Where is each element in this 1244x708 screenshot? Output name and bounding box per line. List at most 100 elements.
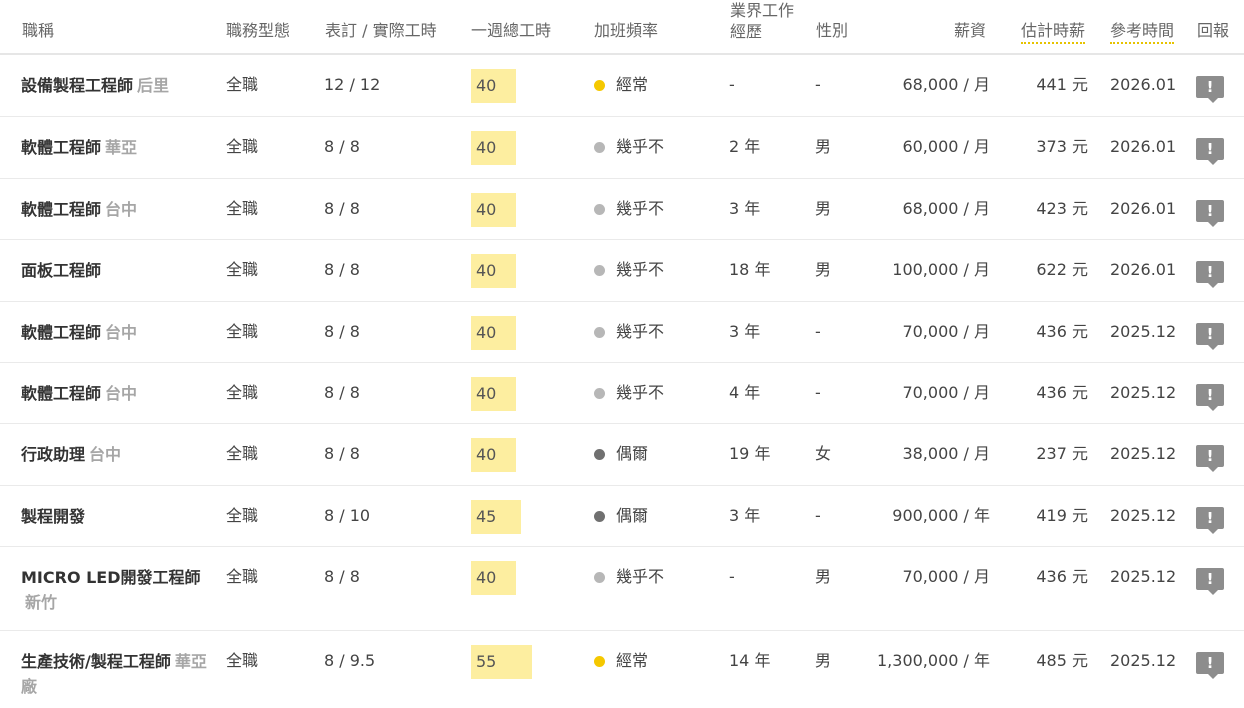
gender: 男 <box>815 137 832 156</box>
job-title[interactable]: 軟體工程師 <box>21 138 101 157</box>
reference-time: 2025.12 <box>1110 322 1177 341</box>
salary: 900,000 / 年 <box>892 506 990 525</box>
report-button[interactable]: ! <box>1196 261 1224 288</box>
header-overtime: 加班頻率 <box>594 21 659 40</box>
header-gender: 性別 <box>816 21 849 40</box>
overtime-frequency: 幾乎不 <box>616 322 665 341</box>
job-title[interactable]: 軟體工程師 <box>21 323 101 342</box>
exclamation-icon: ! <box>1206 78 1214 96</box>
hours-fix-actual: 12 / 12 <box>324 75 381 94</box>
experience: 3 年 <box>729 322 761 341</box>
header-hourly[interactable]: 估計時薪 <box>1021 21 1086 44</box>
report-button[interactable]: ! <box>1196 200 1224 227</box>
table-row: 軟體工程師 台中 全職 8 / 8 40 幾乎不 3 年 -70,000 / 月 436 元 20… <box>0 302 1244 363</box>
experience: 3 年 <box>729 506 761 525</box>
reference-time: 2025.12 <box>1110 444 1177 463</box>
report-button[interactable]: ! <box>1196 76 1224 103</box>
week-hours: 40 <box>471 438 516 472</box>
overtime-dot-icon <box>594 204 605 215</box>
overtime-dot-icon <box>594 449 605 460</box>
job-title-cell: 面板工程師 <box>21 258 211 283</box>
report-button[interactable]: ! <box>1196 445 1224 472</box>
overtime-dot-icon <box>594 388 605 399</box>
exclamation-icon: ! <box>1206 325 1214 343</box>
hourly-wage: 441 元 <box>1036 75 1088 94</box>
hours-fix-actual: 8 / 8 <box>324 383 360 402</box>
week-hours: 45 <box>471 500 521 534</box>
hours-fix-actual: 8 / 9.5 <box>324 651 376 670</box>
table-row: MICRO LED開發工程師新竹 全職 8 / 8 40 幾乎不 - 男 70,000 / 月… <box>0 547 1244 631</box>
table-header: 職稱 職務型態 表訂 / 實際工時 一週總工時 加班頻率 業界工作 經歷 性別 … <box>0 0 1244 55</box>
job-title[interactable]: 生產技術/製程工程師 <box>21 652 171 671</box>
overtime-frequency: 經常 <box>616 75 649 94</box>
overtime-frequency: 偶爾 <box>616 444 649 463</box>
hourly-wage: 237 元 <box>1036 444 1088 463</box>
overtime-dot-icon <box>594 327 605 338</box>
report-button[interactable]: ! <box>1196 652 1224 679</box>
hourly-wage: 436 元 <box>1036 322 1088 341</box>
week-hours: 40 <box>471 193 516 227</box>
job-location: 台中 <box>105 323 138 342</box>
overtime-dot-icon <box>594 265 605 276</box>
table-row: 製程開發 全職 8 / 10 45 偶爾 3 年 - 900,000 / 年 419 元 2025… <box>0 486 1244 547</box>
exclamation-icon: ! <box>1206 654 1214 672</box>
job-title-cell: 製程開發 <box>21 504 211 529</box>
report-button[interactable]: ! <box>1196 138 1224 165</box>
salary: 70,000 / 月 <box>902 322 990 341</box>
job-title-cell: 生產技術/製程工程師 華亞廠 <box>21 649 211 699</box>
table-row: 軟體工程師 華亞 全職 8 / 8 40 幾乎不 2 年男 60,000 / 月 373 元 20… <box>0 117 1244 179</box>
week-hours: 40 <box>471 131 516 165</box>
hourly-wage: 419 元 <box>1036 506 1088 525</box>
salary: 1,300,000 / 年 <box>877 651 990 670</box>
gender: 女 <box>815 444 832 463</box>
week-hours: 40 <box>471 316 516 350</box>
job-type: 全職 <box>226 260 259 279</box>
exclamation-icon: ! <box>1206 509 1214 527</box>
job-title-cell: 軟體工程師 華亞 <box>21 135 211 160</box>
reference-time: 2026.01 <box>1110 137 1177 156</box>
hours-fix-actual: 8 / 8 <box>324 567 360 586</box>
report-button[interactable]: ! <box>1196 568 1224 595</box>
overtime-dot-icon <box>594 80 605 91</box>
gender: - <box>815 75 821 94</box>
job-title-cell: 軟體工程師 台中 <box>21 320 211 345</box>
salary: 70,000 / 月 <box>902 383 990 402</box>
experience: 4 年 <box>729 383 761 402</box>
overtime-frequency: 經常 <box>616 651 649 670</box>
header-ref-time[interactable]: 參考時間 <box>1110 21 1175 44</box>
job-title-cell: 設備製程工程師 后里 <box>21 73 211 98</box>
job-title-cell: 行政助理 台中 <box>21 442 211 467</box>
job-location: 台中 <box>105 384 138 403</box>
salary: 70,000 / 月 <box>902 567 990 586</box>
reference-time: 2025.12 <box>1110 567 1177 586</box>
job-type: 全職 <box>226 506 259 525</box>
job-type: 全職 <box>226 75 259 94</box>
reference-time: 2025.12 <box>1110 651 1177 670</box>
job-title[interactable]: 面板工程師 <box>21 261 101 280</box>
gender: 男 <box>815 651 832 670</box>
report-button[interactable]: ! <box>1196 384 1224 411</box>
job-type: 全職 <box>226 651 259 670</box>
job-title[interactable]: 製程開發 <box>21 507 85 526</box>
job-title[interactable]: 軟體工程師 <box>21 384 101 403</box>
report-button[interactable]: ! <box>1196 507 1224 534</box>
week-hours: 40 <box>471 377 516 411</box>
job-title[interactable]: MICRO LED開發工程師 <box>21 568 201 587</box>
overtime-dot-icon <box>594 142 605 153</box>
hours-fix-actual: 8 / 8 <box>324 322 360 341</box>
exclamation-icon: ! <box>1206 570 1214 588</box>
job-title[interactable]: 設備製程工程師 <box>21 76 133 95</box>
week-hours: 40 <box>471 254 516 288</box>
header-experience-line1: 業界工作 <box>730 1 795 20</box>
exclamation-icon: ! <box>1206 386 1214 404</box>
job-type: 全職 <box>226 199 259 218</box>
week-hours: 40 <box>471 69 516 103</box>
job-type: 全職 <box>226 137 259 156</box>
experience: - <box>729 567 735 586</box>
job-title[interactable]: 軟體工程師 <box>21 200 101 219</box>
hourly-wage: 485 元 <box>1036 651 1088 670</box>
reference-time: 2026.01 <box>1110 260 1177 279</box>
header-title: 職稱 <box>22 21 55 40</box>
report-button[interactable]: ! <box>1196 323 1224 350</box>
job-title[interactable]: 行政助理 <box>21 445 85 464</box>
